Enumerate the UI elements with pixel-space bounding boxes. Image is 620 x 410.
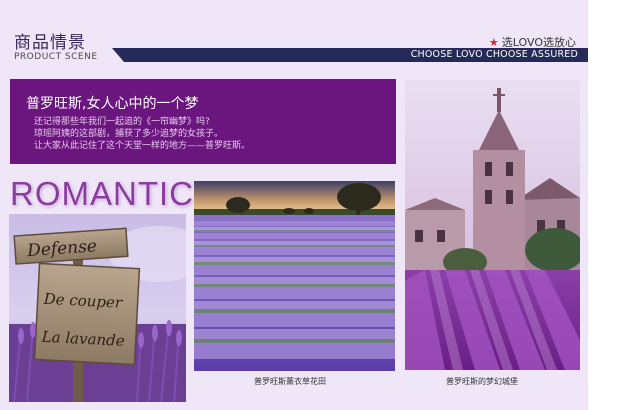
intro-line: 琼瑶阿姨的这部剧，捕获了多少追梦的女孩子。 <box>34 129 224 139</box>
intro-title: 普罗旺斯,女人心中的一个梦 <box>26 96 199 112</box>
intro-line: 还记得那些年我们一起追的《一帘幽梦》吗? <box>34 117 210 127</box>
lavande-sign-photo: Defense De couper La lavande <box>9 214 186 402</box>
romantic-heading: ROMANTIC <box>10 175 194 212</box>
intro-body: 还记得那些年我们一起追的《一帘幽梦》吗? 琼瑶阿姨的这部剧，捕获了多少追梦的女孩… <box>34 116 250 152</box>
intro-line: 让大家从此记住了这个天堂一样的地方——普罗旺斯。 <box>34 141 251 151</box>
slogan-text: 选LOVO选放心 <box>501 36 576 49</box>
castle-photo <box>405 80 580 370</box>
header-bar: CHOOSE LOVO CHOOSE ASSURED <box>112 48 588 62</box>
caption-castle: 普罗旺斯的梦幻城堡 <box>446 377 518 386</box>
slogan: ★ 选LOVO选放心 <box>489 34 576 50</box>
product-scene-section: 商品情景 PRODUCT SCENE ★ 选LOVO选放心 CHOOSE LOVO… <box>0 0 620 410</box>
section-title: 商品情景 <box>14 33 86 53</box>
caption-field: 普罗旺斯薰衣草花田 <box>254 377 326 386</box>
header-bar-text: CHOOSE LOVO CHOOSE ASSURED <box>410 49 578 60</box>
star-icon: ★ <box>488 36 499 49</box>
section-subtitle: PRODUCT SCENE <box>14 52 98 62</box>
lavender-field-photo <box>194 181 395 371</box>
